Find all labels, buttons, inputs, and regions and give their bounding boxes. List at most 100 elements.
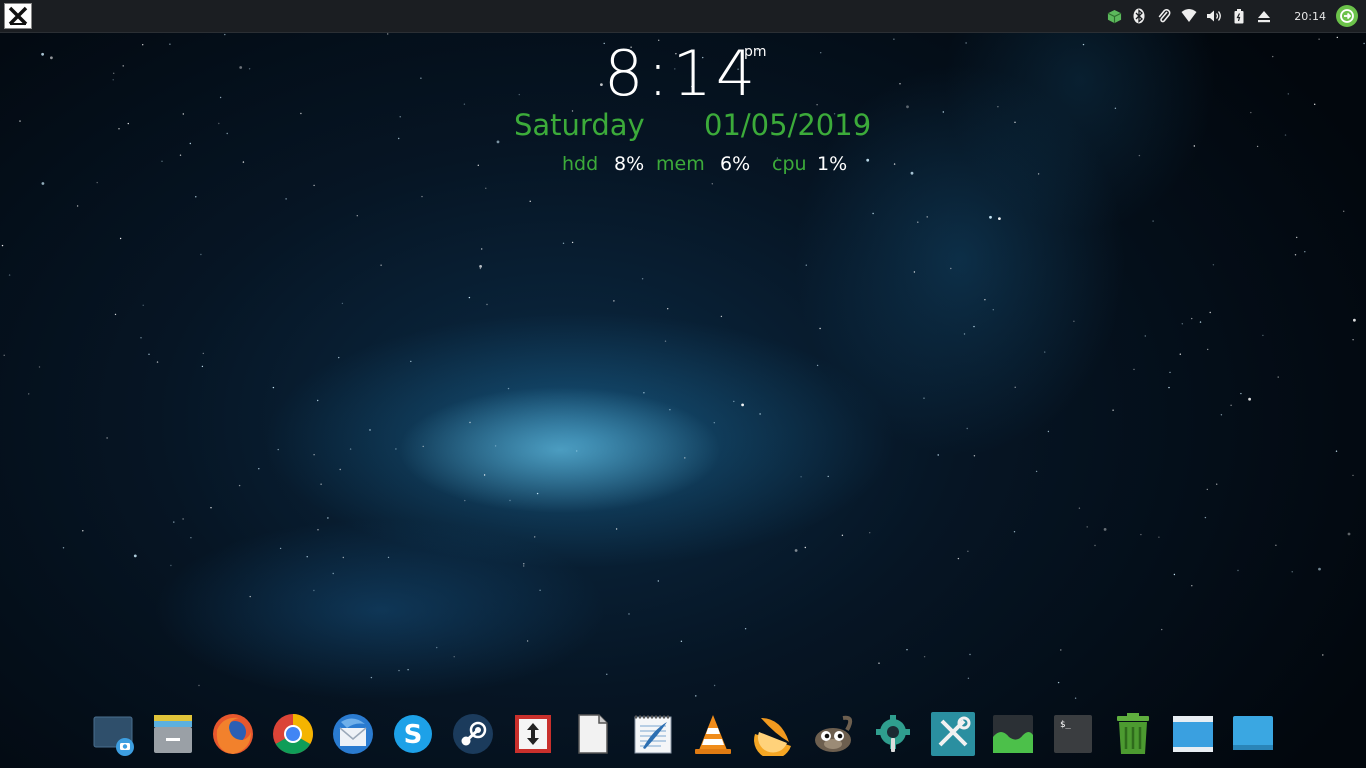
star [917,221,919,223]
star [242,161,245,163]
star [96,181,98,184]
dock-item-system-monitor[interactable] [988,710,1038,758]
star [407,669,409,671]
dock-item-text-editor[interactable] [628,710,678,758]
star [1294,254,1297,256]
star [923,397,925,399]
star [893,163,896,165]
wifi-icon[interactable] [1181,8,1197,24]
dock-item-chrome[interactable] [268,710,318,758]
star [526,640,529,642]
star [1168,386,1170,389]
star [1318,38,1320,40]
battery-icon[interactable] [1231,8,1247,24]
star [1287,93,1290,95]
eject-icon[interactable] [1256,8,1272,24]
star [965,42,967,44]
dock-item-steam[interactable] [448,710,498,758]
app-menu-button[interactable] [4,3,32,29]
star [140,337,142,339]
star [913,271,916,273]
system-tools-icon [931,712,975,756]
system-monitor-icon [993,715,1033,753]
star [422,445,424,448]
power-icon[interactable] [1336,5,1358,27]
star [866,158,870,162]
dock-item-system-tools[interactable] [928,710,978,758]
dock-item-terminal[interactable]: $_ [1048,710,1098,758]
star [479,265,482,268]
gimp-icon [815,715,853,752]
star [481,248,483,250]
star [759,413,761,415]
conky-time: 8:14 [604,37,760,110]
star [1206,488,1209,491]
star [984,299,986,301]
star [277,448,279,451]
star [1296,236,1298,239]
dock-item-text-document[interactable] [568,710,618,758]
star [1314,103,1316,106]
star [38,366,41,368]
star [942,111,944,113]
star [906,649,908,651]
star [189,142,191,145]
top-panel: 20:14 [0,0,1366,33]
dock-item-gimp[interactable] [808,710,858,758]
volume-icon[interactable] [1206,8,1222,24]
star [179,154,182,156]
dock-item-screenshot[interactable] [88,710,138,758]
star [1336,36,1339,39]
star [819,327,821,330]
dock-item-skype[interactable]: S [388,710,438,758]
star [1212,264,1215,266]
dock-item-settings[interactable] [868,710,918,758]
star [453,656,455,658]
dock-item-firefox[interactable] [208,710,258,758]
cube-icon[interactable] [1106,8,1122,24]
star [399,116,401,118]
star [1074,697,1077,699]
skype-icon: S [394,715,432,753]
bluetooth-icon[interactable] [1131,8,1147,24]
star [112,79,114,81]
settings-icon [876,715,910,752]
dock-item-trash[interactable] [1108,710,1158,758]
star [420,77,422,79]
dock-item-orange[interactable] [748,710,798,758]
star [1013,531,1016,533]
star [1191,317,1193,320]
star [156,361,159,363]
star [106,437,108,439]
star [3,354,5,356]
star [464,499,466,502]
panel-clock[interactable]: 20:14 [1294,10,1326,23]
star [600,83,603,86]
paperclip-icon[interactable] [1156,8,1172,24]
desktop-icon [1233,716,1273,750]
star [161,160,163,162]
star [410,360,412,363]
dock-item-transmission[interactable] [508,710,558,758]
star [1037,173,1040,175]
star [794,549,798,552]
star [1152,220,1154,222]
star [534,536,536,538]
dock-item-vlc[interactable] [688,710,738,758]
star [249,595,251,598]
dock-item-desktop[interactable] [1228,710,1278,758]
dock-item-window[interactable] [1168,710,1218,758]
dock-item-file-manager[interactable] [148,710,198,758]
star [800,476,802,478]
star [989,215,992,219]
star [1275,544,1277,546]
star [820,52,822,54]
star [641,278,644,280]
star [1,244,4,247]
dock-item-thunderbird[interactable] [328,710,378,758]
star [973,455,976,457]
star [421,195,423,198]
system-tray: 20:14 [1097,4,1358,28]
star [1262,334,1264,337]
star [957,557,960,560]
